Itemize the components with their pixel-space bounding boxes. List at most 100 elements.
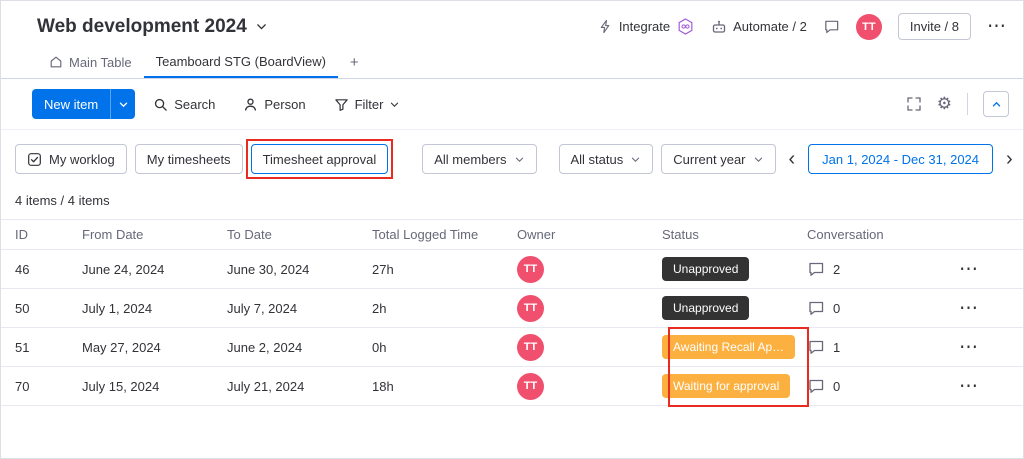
cell-menu: ⋯: [927, 299, 1023, 318]
period-dropdown-value: Current year: [673, 151, 746, 167]
cell-menu: ⋯: [927, 377, 1023, 396]
integration-app-hexagon-icon: [676, 17, 695, 36]
cell-conversation: 0: [807, 377, 927, 395]
conversation-count: 1: [833, 339, 841, 355]
timesheet-approval-label: Timesheet approval: [262, 151, 377, 167]
person-label: Person: [264, 96, 306, 112]
cell-status: Unapproved: [662, 296, 807, 320]
chevron-up-icon: [991, 99, 1002, 110]
chat-bubble-icon: [823, 18, 840, 35]
toolbar-divider: [967, 93, 968, 115]
automate-label: Automate / 2: [733, 19, 807, 34]
invite-button[interactable]: Invite / 8: [897, 13, 971, 40]
owner-avatar[interactable]: TT: [517, 294, 544, 322]
status-badge[interactable]: Waiting for approval: [662, 374, 791, 398]
conversation-bubble-icon[interactable]: [807, 377, 825, 395]
column-header-id: ID: [15, 227, 28, 242]
person-filter-button[interactable]: Person: [233, 89, 315, 119]
conversation-bubble-icon[interactable]: [807, 260, 825, 278]
cell-id: 46: [15, 261, 30, 277]
search-button[interactable]: Search: [143, 89, 225, 119]
new-item-button[interactable]: New item: [32, 89, 136, 119]
add-view-button[interactable]: +: [338, 46, 371, 78]
members-chevron-down-icon: [514, 154, 525, 165]
column-header-to-date: To Date: [227, 227, 272, 242]
automate-button[interactable]: Automate / 2: [711, 19, 807, 35]
tab-main-table-label: Main Table: [69, 54, 132, 70]
filter-label: Filter: [354, 96, 384, 112]
page-title: Web development 2024: [37, 15, 247, 37]
title-chevron-down-icon[interactable]: [255, 20, 268, 33]
column-header-status: Status: [662, 227, 699, 242]
column-header-total-logged-time: Total Logged Time: [372, 227, 479, 242]
my-timesheets-button[interactable]: My timesheets: [134, 144, 243, 174]
status-badge[interactable]: Unapproved: [662, 257, 750, 281]
checkbox-check-icon: [27, 152, 42, 167]
conversation-count: 0: [833, 300, 841, 316]
status-badge[interactable]: Unapproved: [662, 296, 750, 320]
cell-owner: TT: [517, 333, 662, 361]
tab-main-table[interactable]: Main Table: [37, 46, 144, 78]
row-menu-button[interactable]: ⋯: [959, 299, 979, 318]
items-count: 4 items / 4 items: [15, 193, 110, 208]
owner-avatar[interactable]: TT: [517, 255, 544, 283]
board-header: Web development 2024 Integrate Automate …: [1, 1, 1023, 46]
timesheet-approval-button[interactable]: Timesheet approval: [250, 144, 389, 174]
conversation-bubble-icon[interactable]: [807, 338, 825, 356]
owner-avatar[interactable]: TT: [517, 372, 544, 400]
cell-total-logged-time: 2h: [372, 300, 387, 316]
status-dropdown-value: All status: [570, 151, 624, 167]
prev-period-button[interactable]: ‹: [784, 149, 801, 169]
row-menu-button[interactable]: ⋯: [959, 260, 979, 279]
header-more-button[interactable]: ⋯: [987, 17, 1007, 36]
cell-owner: TT: [517, 255, 662, 283]
next-period-button[interactable]: ›: [1001, 149, 1018, 169]
cell-conversation: 2: [807, 260, 927, 278]
cell-menu: ⋯: [927, 260, 1023, 279]
cell-to-date: June 2, 2024: [227, 339, 303, 355]
owner-avatar[interactable]: TT: [517, 333, 544, 361]
user-avatar[interactable]: TT: [855, 13, 882, 40]
column-header-conversation: Conversation: [807, 227, 884, 242]
table-header-row: ID From Date To Date Total Logged Time O…: [1, 220, 1023, 250]
filter-button[interactable]: Filter: [324, 89, 411, 119]
search-icon: [153, 97, 168, 112]
members-dropdown[interactable]: All members: [422, 144, 537, 174]
status-badge[interactable]: Awaiting Recall Ap…: [662, 335, 796, 359]
search-label: Search: [174, 96, 216, 112]
view-tabs: Main Table Teamboard STG (BoardView) +: [1, 46, 1023, 79]
row-menu-button[interactable]: ⋯: [959, 338, 979, 357]
cell-id: 50: [15, 300, 30, 316]
cell-status: Waiting for approval: [662, 374, 807, 398]
period-dropdown[interactable]: Current year: [661, 144, 776, 174]
collapse-toolbar-button[interactable]: [983, 91, 1009, 117]
more-dots-icon: ⋯: [987, 16, 1007, 37]
conversation-count: 0: [833, 378, 841, 394]
cell-id: 70: [15, 378, 30, 394]
status-dropdown[interactable]: All status: [558, 144, 654, 174]
filter-funnel-icon: [334, 97, 349, 112]
gear-icon[interactable]: ⚙: [937, 94, 952, 114]
cell-from-date: July 15, 2024: [82, 378, 160, 394]
tab-teamboard-stg[interactable]: Teamboard STG (BoardView): [143, 46, 338, 78]
cell-total-logged-time: 27h: [372, 261, 394, 277]
fullscreen-icon[interactable]: [906, 96, 922, 112]
cell-from-date: May 27, 2024: [82, 339, 161, 355]
table-row: 46 June 24, 2024 June 30, 2024 27h TT Un…: [1, 250, 1023, 289]
cell-conversation: 1: [807, 338, 927, 356]
date-range-button[interactable]: Jan 1, 2024 - Dec 31, 2024: [808, 144, 994, 174]
new-item-label: New item: [44, 96, 99, 112]
conversation-bubble-icon[interactable]: [807, 299, 825, 317]
table-body: 46 June 24, 2024 June 30, 2024 27h TT Un…: [1, 250, 1023, 406]
integrate-button[interactable]: Integrate: [598, 17, 695, 36]
integrate-label: Integrate: [618, 19, 671, 34]
row-menu-button[interactable]: ⋯: [959, 377, 979, 396]
new-item-chevron-down-icon[interactable]: [110, 89, 135, 119]
chat-button[interactable]: [823, 18, 840, 35]
table-row: 70 July 15, 2024 July 21, 2024 18h TT Wa…: [1, 367, 1023, 406]
column-header-from-date: From Date: [82, 227, 144, 242]
my-worklog-button[interactable]: My worklog: [15, 144, 127, 174]
table-row: 50 July 1, 2024 July 7, 2024 2h TT Unapp…: [1, 289, 1023, 328]
cell-menu: ⋯: [927, 338, 1023, 357]
cell-to-date: July 21, 2024: [227, 378, 305, 394]
